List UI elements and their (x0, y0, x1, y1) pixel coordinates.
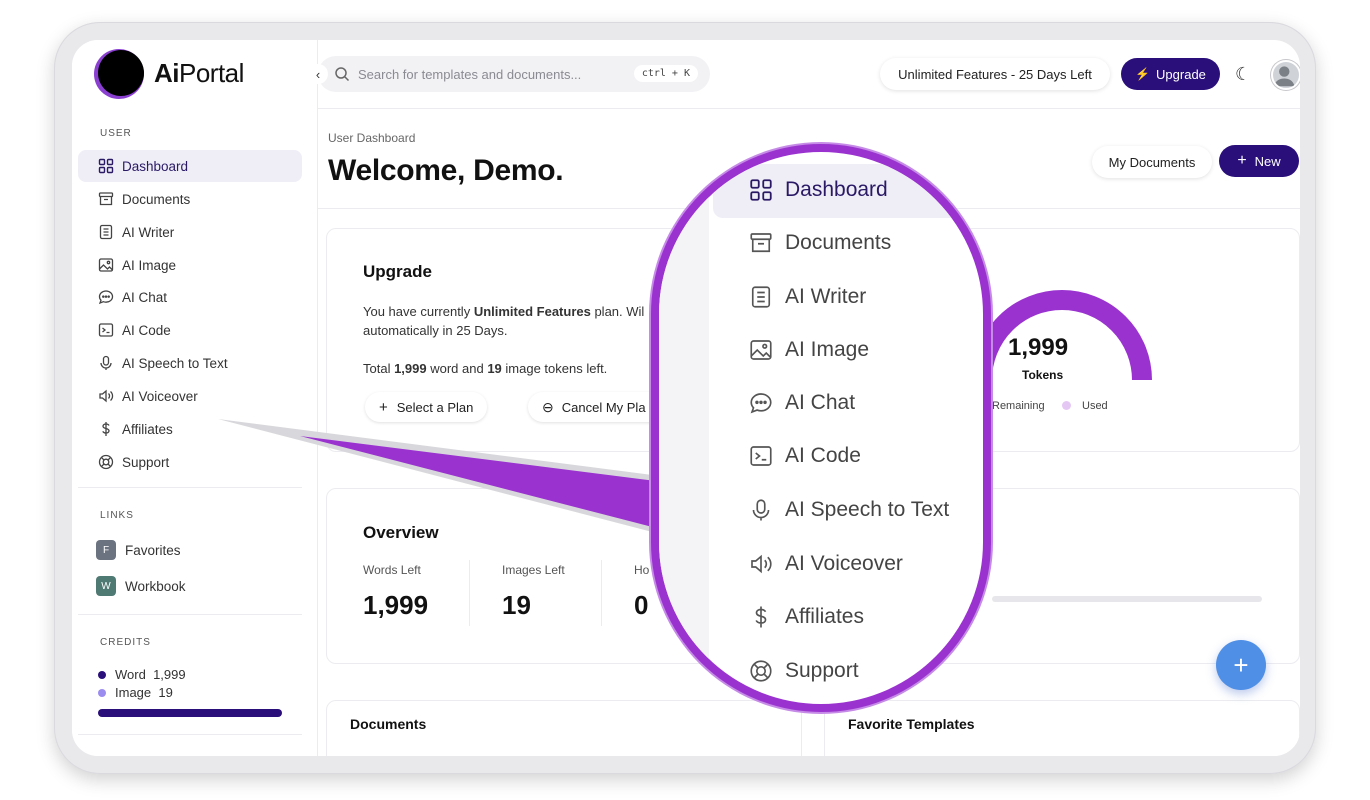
magnified-sidebar-callout: Dashboard Documents AI Writer AI Image A… (651, 144, 991, 712)
magnified-item-affiliates: Affiliates (749, 605, 864, 629)
chat-icon (750, 393, 772, 414)
magnified-item-ai-code: AI Code (749, 444, 861, 468)
magnified-item-dashboard: Dashboard (749, 178, 888, 202)
terminal-icon (750, 446, 772, 466)
microphone-icon (752, 499, 770, 521)
magnifier-gutter (659, 152, 709, 704)
magnified-item-ai-chat: AI Chat (749, 391, 855, 415)
magnified-item-ai-voiceover: AI Voiceover (749, 552, 903, 576)
dollar-icon (755, 606, 767, 628)
archive-icon (750, 233, 772, 253)
magnified-item-ai-speech-to-text: AI Speech to Text (749, 498, 949, 522)
speaker-icon (751, 554, 772, 574)
magnified-item-ai-writer: AI Writer (749, 285, 866, 309)
magnified-item-ai-image: AI Image (749, 338, 869, 362)
dashboard-icon (750, 179, 772, 201)
magnified-item-support: Support (749, 659, 859, 683)
magnified-item-documents: Documents (749, 231, 891, 255)
document-icon (751, 286, 771, 308)
lifebuoy-icon (750, 660, 772, 682)
image-icon (750, 340, 772, 360)
